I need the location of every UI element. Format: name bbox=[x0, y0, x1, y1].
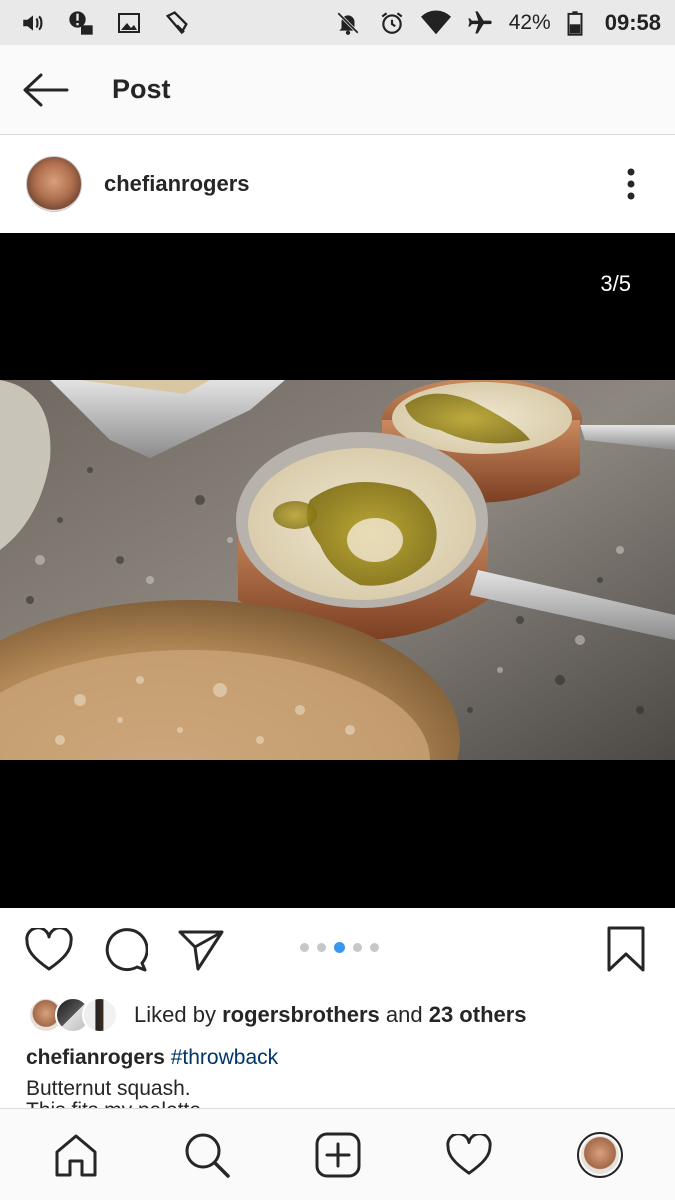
like-button[interactable] bbox=[24, 925, 74, 975]
more-options-button[interactable] bbox=[601, 154, 661, 214]
alarm-icon bbox=[377, 8, 407, 38]
alert-icon bbox=[66, 8, 96, 38]
carousel-counter: 3/5 bbox=[600, 271, 631, 296]
nav-profile[interactable] bbox=[570, 1125, 630, 1185]
carousel-dot-active bbox=[334, 942, 345, 953]
likes-text: Liked by rogersbrothers and 23 others bbox=[134, 1002, 527, 1027]
page-title: Post bbox=[112, 74, 171, 104]
comment-icon bbox=[105, 928, 148, 972]
wifi-icon bbox=[420, 8, 451, 38]
heart-icon bbox=[25, 928, 73, 971]
comment-button[interactable] bbox=[100, 925, 150, 975]
bookmark-icon bbox=[607, 926, 645, 972]
airplane-icon bbox=[465, 8, 495, 38]
heart-icon bbox=[445, 1133, 492, 1175]
likes-row[interactable]: Liked by rogersbrothers and 23 others bbox=[28, 993, 527, 1037]
home-icon bbox=[55, 1134, 96, 1176]
search-icon bbox=[185, 1133, 230, 1178]
profile-avatar bbox=[576, 1131, 623, 1178]
carousel-dot bbox=[353, 943, 362, 952]
nav-create[interactable] bbox=[308, 1125, 368, 1185]
back-arrow-icon bbox=[23, 73, 69, 106]
status-bar: 42% 09:58 bbox=[0, 0, 675, 45]
volume-icon bbox=[18, 8, 48, 38]
battery-percent: 42% bbox=[508, 10, 551, 34]
action-bar bbox=[0, 908, 675, 992]
app-header: Post bbox=[0, 45, 675, 135]
nav-search[interactable] bbox=[177, 1125, 237, 1185]
share-button[interactable] bbox=[176, 925, 226, 975]
back-button[interactable] bbox=[0, 45, 90, 135]
send-icon bbox=[178, 930, 224, 971]
more-vertical-icon bbox=[627, 168, 635, 200]
caption: chefianrogers #throwback Butternut squas… bbox=[26, 1042, 646, 1104]
bottom-nav bbox=[0, 1108, 675, 1200]
liker-avatar bbox=[82, 997, 118, 1033]
save-button[interactable] bbox=[601, 924, 651, 974]
carousel-dot bbox=[300, 943, 309, 952]
liker-username[interactable]: rogersbrothers bbox=[222, 1002, 380, 1027]
author-avatar[interactable] bbox=[26, 156, 82, 212]
pan-icon bbox=[162, 8, 192, 38]
nav-activity[interactable] bbox=[439, 1125, 499, 1185]
liker-avatars bbox=[28, 997, 120, 1033]
likes-others[interactable]: 23 others bbox=[429, 1002, 527, 1027]
nav-home[interactable] bbox=[46, 1125, 106, 1185]
post-header: chefianrogers bbox=[0, 136, 675, 232]
image-icon bbox=[114, 8, 144, 38]
battery-icon bbox=[565, 8, 585, 38]
carousel-indicator bbox=[300, 942, 379, 953]
carousel-dot bbox=[317, 943, 326, 952]
mute-bell-icon bbox=[333, 8, 363, 38]
caption-hashtag[interactable]: #throwback bbox=[171, 1046, 278, 1069]
clock: 09:58 bbox=[604, 9, 661, 35]
carousel-dot bbox=[370, 943, 379, 952]
post-media[interactable]: 3/5 bbox=[0, 233, 675, 908]
caption-username[interactable]: chefianrogers bbox=[26, 1046, 165, 1069]
add-post-icon bbox=[315, 1132, 360, 1177]
author-username[interactable]: chefianrogers bbox=[104, 171, 250, 197]
post-photo[interactable] bbox=[0, 380, 675, 760]
